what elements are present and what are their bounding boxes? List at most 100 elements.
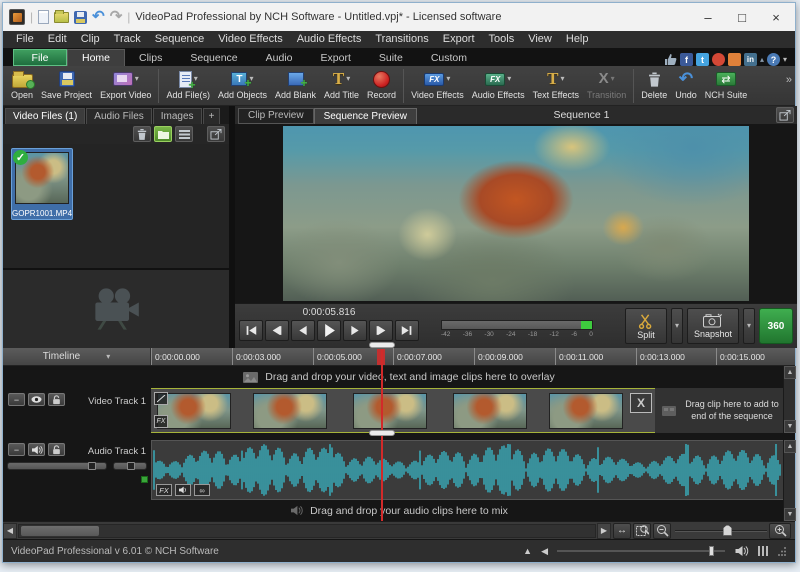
scroll-up-icon[interactable]: ▲ <box>784 366 796 379</box>
menu-export[interactable]: Export <box>436 31 482 48</box>
redo-icon[interactable]: ↷ <box>110 10 123 24</box>
facebook-icon[interactable]: f <box>680 53 693 66</box>
save-project-icon[interactable] <box>74 11 87 24</box>
play-button[interactable] <box>317 320 341 341</box>
zoom-out-button[interactable] <box>653 523 671 539</box>
tab-home[interactable]: Home <box>67 49 125 66</box>
audio-pan-slider[interactable] <box>113 462 147 470</box>
speaker-icon[interactable] <box>734 545 749 557</box>
play-backward-button[interactable] <box>291 320 315 341</box>
open-project-icon[interactable] <box>54 12 69 23</box>
dropdown-caret-icon[interactable]: ▾ <box>135 75 139 83</box>
nch-suite-button[interactable]: ⇄ NCH Suite <box>701 68 752 104</box>
tab-file[interactable]: File <box>13 49 67 66</box>
video-track-collapse-button[interactable]: − <box>8 393 25 406</box>
play-forward-button[interactable] <box>343 320 367 341</box>
snapshot-dropdown[interactable]: ▾ <box>743 308 755 344</box>
menu-track[interactable]: Track <box>107 31 148 48</box>
menu-sequence[interactable]: Sequence <box>148 31 212 48</box>
bin-add-folder-button[interactable] <box>154 126 172 142</box>
dropdown-caret-icon[interactable]: ▾ <box>507 75 511 83</box>
video-track-visibility-button[interactable] <box>28 393 45 406</box>
linkedin-icon[interactable]: in <box>744 53 757 66</box>
audio-tracks-scrollbar[interactable]: ▲ ▼ <box>783 440 795 521</box>
bin-tab-images[interactable]: Images <box>153 108 202 124</box>
video-effects-button[interactable]: FX▾ Video Effects <box>407 68 468 104</box>
zoom-slider-thumb[interactable] <box>723 525 732 536</box>
video-clip[interactable]: FX X <box>151 388 655 433</box>
resize-grip[interactable] <box>777 546 787 556</box>
tab-clips[interactable]: Clips <box>125 49 176 66</box>
transition-x-icon[interactable]: X <box>630 393 652 413</box>
audio-clip-volume-button[interactable] <box>175 484 191 496</box>
append-clip-drop-zone[interactable]: Drag clip here to add to end of the sequ… <box>655 388 785 433</box>
go-to-start-button[interactable] <box>239 320 263 341</box>
open-button[interactable]: Open <box>7 68 37 104</box>
audio-track-lock-button[interactable] <box>48 443 65 456</box>
audio-volume-slider[interactable] <box>7 462 107 470</box>
overlay-drop-zone[interactable]: Drag and drop your video, text and image… <box>3 366 795 388</box>
video-track-lock-button[interactable] <box>48 393 65 406</box>
expand-icon[interactable]: ▲ <box>523 546 532 556</box>
snapshot-button[interactable]: Snapshot <box>687 308 739 344</box>
export-video-button[interactable]: ▾ Export Video <box>96 68 155 104</box>
bin-clip-gopr1001[interactable]: ✓ GOPR1001.MP4 <box>11 148 73 220</box>
bin-tab-add[interactable]: + <box>203 108 221 124</box>
scrollbar-thumb[interactable] <box>21 526 99 536</box>
timeline-ruler[interactable]: Timeline ▾ 0:00:00.000 0:00:03.000 0:00:… <box>3 348 795 366</box>
dropdown-caret-icon[interactable]: ▾ <box>346 75 350 83</box>
delete-button[interactable]: Delete <box>637 68 671 104</box>
menu-clip[interactable]: Clip <box>74 31 107 48</box>
help-caret-icon[interactable]: ▾ <box>783 56 787 64</box>
timeline-scrollbar[interactable] <box>18 524 596 538</box>
preview-detach-button[interactable] <box>776 107 794 123</box>
close-button[interactable]: × <box>759 3 793 31</box>
undo-icon[interactable]: ↶ <box>92 10 105 24</box>
dropdown-caret-icon[interactable]: ▾ <box>446 75 450 83</box>
next-frame-button[interactable] <box>369 320 393 341</box>
scroll-up-icon[interactable]: ▲ <box>784 440 796 453</box>
record-button[interactable]: Record <box>363 68 400 104</box>
tab-export[interactable]: Export <box>307 49 365 66</box>
audio-track-mute-button[interactable] <box>28 443 45 456</box>
tab-suite[interactable]: Suite <box>365 49 417 66</box>
bin-tab-video-files[interactable]: Video Files (1) <box>5 108 85 124</box>
profile-icon[interactable] <box>728 53 741 66</box>
timeline-zoom-slider[interactable] <box>675 523 767 539</box>
go-to-end-button[interactable] <box>395 320 419 341</box>
playhead-mid-handle[interactable] <box>369 430 395 436</box>
twitter-icon[interactable]: t <box>696 53 709 66</box>
zoom-in-button[interactable] <box>769 523 791 539</box>
bin-list-view-button[interactable] <box>175 126 193 142</box>
timeline-mode-dropdown[interactable]: Timeline ▾ <box>3 348 151 365</box>
audio-track-collapse-button[interactable]: − <box>8 443 25 456</box>
volume-min-icon[interactable]: ◀ <box>541 546 548 557</box>
add-blank-button[interactable]: + Add Blank <box>271 68 320 104</box>
google-plus-icon[interactable] <box>712 53 725 66</box>
playhead-top-handle[interactable] <box>369 342 395 348</box>
save-project-button[interactable]: Save Project <box>37 68 96 104</box>
clip-fx-icon[interactable]: FX <box>154 415 168 428</box>
dropdown-caret-icon[interactable]: ▾ <box>561 75 565 83</box>
like-icon[interactable] <box>664 53 677 66</box>
undo-button[interactable]: ↶ Undo <box>671 68 701 104</box>
audio-drop-zone[interactable]: Drag and drop your audio clips here to m… <box>3 500 795 521</box>
tab-sequence-preview[interactable]: Sequence Preview <box>314 108 417 124</box>
audio-clip-fx-button[interactable]: FX <box>156 484 172 496</box>
bin-tab-audio-files[interactable]: Audio Files <box>86 108 151 124</box>
tab-custom[interactable]: Custom <box>417 49 481 66</box>
menu-video-effects[interactable]: Video Effects <box>211 31 289 48</box>
audio-clip-link-button[interactable]: ∞ <box>194 484 210 496</box>
menu-audio-effects[interactable]: Audio Effects <box>290 31 369 48</box>
new-project-icon[interactable] <box>38 10 49 24</box>
tab-clip-preview[interactable]: Clip Preview <box>238 108 314 124</box>
tab-sequence[interactable]: Sequence <box>176 49 251 66</box>
menu-file[interactable]: File <box>9 31 41 48</box>
add-title-button[interactable]: T▾ Add Title <box>320 68 363 104</box>
previous-frame-button[interactable] <box>265 320 289 341</box>
audio-effects-button[interactable]: FX▾ Audio Effects <box>468 68 529 104</box>
split-dropdown[interactable]: ▾ <box>671 308 683 344</box>
360-button[interactable]: 360 <box>759 308 793 344</box>
menu-help[interactable]: Help <box>559 31 596 48</box>
video-tracks-scrollbar[interactable]: ▲ ▼ <box>783 366 795 433</box>
